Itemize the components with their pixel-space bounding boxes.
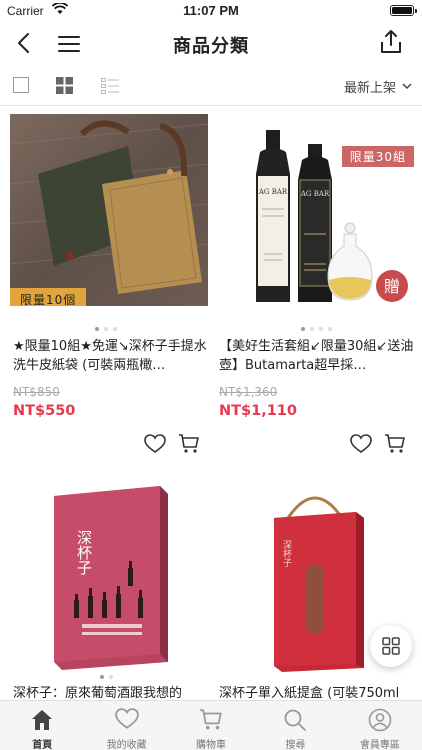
svg-text:AG BAR: AG BAR (258, 188, 288, 196)
share-icon[interactable] (378, 28, 404, 56)
image-pager-dots (100, 675, 113, 679)
single-view-icon[interactable] (13, 77, 29, 93)
tab-home[interactable]: 首頁 (0, 701, 84, 750)
cart-icon[interactable] (384, 433, 406, 454)
limited-badge: 限量30組 (341, 146, 414, 167)
tab-search[interactable]: 搜尋 (253, 701, 337, 750)
product-image[interactable]: 限量10個 (10, 114, 208, 306)
clock: 11:07 PM (183, 3, 239, 18)
product-card[interactable]: AG BAR AG BAR 贈 限量30組 【美好生活套組↙限量30組↙送油壺】… (216, 114, 416, 454)
product-image[interactable]: AG BAR AG BAR 贈 限量30組 (216, 114, 414, 306)
view-toolbar: 最新上架 (0, 68, 422, 106)
page-title: 商品分類 (173, 36, 249, 57)
battery-icon (390, 5, 417, 16)
tab-label: 首頁 (32, 740, 53, 750)
floating-category-button[interactable] (370, 625, 412, 667)
grid-view-icon[interactable] (56, 77, 73, 94)
cart-icon[interactable] (178, 433, 200, 454)
product-image[interactable]: 深杯子 (10, 482, 208, 672)
nav-bar: 商品分類 (0, 22, 422, 66)
product-name[interactable]: ★限量10組★免運↘深杯子手提水洗牛皮紙袋 (可裝兩瓶橄… (13, 337, 209, 375)
bottom-tab-bar: 首頁 我的收藏 購物車 搜尋 會員專區 (0, 700, 422, 750)
original-price: NT$850 (13, 385, 60, 399)
kraft-bag-image (10, 114, 208, 306)
grid-icon (382, 637, 400, 655)
status-bar: Carrier 11:07 PM (0, 0, 422, 22)
product-name[interactable]: 【美好生活套組↙限量30組↙送油壺】Butamarta超早採… (219, 337, 415, 375)
svg-text:深杯子: 深杯子 (75, 530, 93, 575)
book-image: 深杯子 (10, 482, 208, 672)
search-icon (285, 709, 307, 731)
product-card[interactable]: 限量10個 ★限量10組★免運↘深杯子手提水洗牛皮紙袋 (可裝兩瓶橄… NT$8… (10, 114, 210, 454)
olive-oil-set-image: AG BAR AG BAR 贈 (216, 114, 414, 306)
sale-price: NT$1,110 (219, 403, 297, 419)
tab-label: 搜尋 (285, 740, 306, 750)
heart-icon[interactable] (144, 434, 166, 454)
tab-member[interactable]: 會員專區 (338, 701, 422, 750)
svg-text:深杯子: 深杯子 (281, 540, 292, 567)
tab-favorites[interactable]: 我的收藏 (84, 701, 168, 750)
tab-cart[interactable]: 購物車 (169, 701, 253, 750)
product-card[interactable]: 深杯子 深杯子單入紙提盒 (可裝750ml (216, 482, 416, 702)
tab-label: 會員專區 (359, 740, 400, 750)
svg-text:贈: 贈 (384, 277, 400, 296)
list-view-icon[interactable] (101, 78, 119, 94)
limited-badge: 限量10個 (10, 288, 87, 306)
cart-icon (200, 709, 222, 730)
chevron-down-icon (402, 83, 412, 90)
svg-text:AG BAR: AG BAR (300, 190, 330, 198)
heart-icon[interactable] (350, 434, 372, 454)
product-card[interactable]: 深杯子 深杯子：原來葡萄酒跟我想的 (10, 482, 210, 702)
sort-label: 最新上架 (343, 81, 396, 96)
home-icon (32, 710, 53, 730)
sale-price: NT$550 (13, 403, 76, 419)
sort-dropdown[interactable]: 最新上架 (344, 77, 412, 96)
user-icon (368, 708, 392, 732)
image-pager-dots (95, 327, 117, 331)
image-pager-dots (301, 327, 332, 331)
heart-icon (114, 708, 139, 729)
tab-label: 我的收藏 (106, 740, 147, 750)
tab-label: 購物車 (196, 740, 227, 750)
original-price: NT$1,360 (219, 385, 278, 399)
